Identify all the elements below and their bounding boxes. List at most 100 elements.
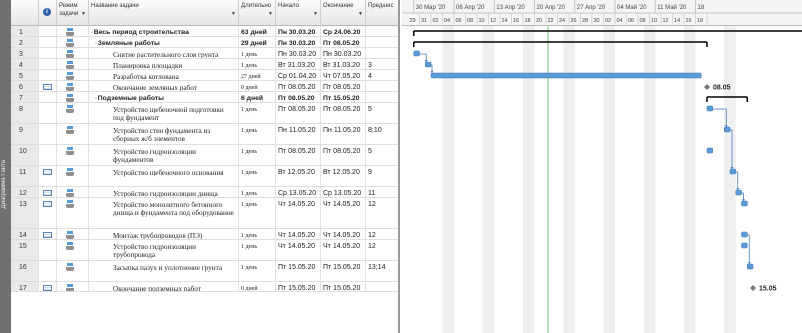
finish-cell[interactable]: Пн 30.03.20: [321, 48, 366, 58]
start-cell[interactable]: Чт 14.05.20: [276, 198, 321, 228]
row-id[interactable]: 6: [11, 81, 39, 91]
start-header[interactable]: Начало ▼: [276, 0, 321, 26]
task-name-cell[interactable]: Разработка котлована: [89, 70, 239, 80]
task-name-cell[interactable]: Устройство щебеночного основания: [89, 166, 239, 186]
task-bar[interactable]: [413, 50, 420, 57]
task-name-cell[interactable]: Снятие растительного слоя грунта: [89, 48, 239, 58]
collapse-icon[interactable]: ▫: [91, 30, 93, 36]
predecessors-cell[interactable]: [366, 48, 398, 58]
task-bar[interactable]: [706, 105, 713, 112]
duration-cell[interactable]: 1 день: [239, 166, 276, 186]
finish-cell[interactable]: Пт 08.05.20: [321, 37, 366, 47]
duration-cell[interactable]: 6 дней: [239, 92, 276, 102]
chevron-down-icon[interactable]: ▼: [268, 10, 273, 18]
task-mode-cell[interactable]: [57, 145, 89, 165]
task-name-cell[interactable]: Окончание подземных работ: [89, 282, 239, 291]
duration-cell[interactable]: 1 день: [239, 261, 276, 281]
table-row[interactable]: 13 Устройство монолитного бетонного днища…: [11, 198, 398, 229]
start-cell[interactable]: Вт 12.05.20: [276, 166, 321, 186]
chevron-down-icon[interactable]: ▼: [81, 10, 86, 18]
finish-cell[interactable]: Пт 15.05.20: [321, 282, 366, 291]
table-row[interactable]: 2 ▫Земляные работы 29 дней Пн 30.03.20 Пт 08…: [11, 37, 398, 48]
task-mode-cell[interactable]: [57, 37, 89, 47]
row-id[interactable]: 14: [11, 229, 39, 239]
finish-header[interactable]: Окончание ▼: [321, 0, 366, 26]
start-cell[interactable]: Вт 31.03.20: [276, 59, 321, 69]
task-mode-cell[interactable]: [57, 48, 89, 58]
task-name-cell[interactable]: Устройство гидроизоляции днища: [89, 187, 239, 197]
start-cell[interactable]: Чт 14.05.20: [276, 240, 321, 260]
task-name-cell[interactable]: Монтаж трубопроводов (ПЭ): [89, 229, 239, 239]
mode-header[interactable]: Режим задачи ▼: [57, 0, 89, 26]
start-cell[interactable]: Пт 15.05.20: [276, 282, 321, 291]
table-row[interactable]: 15 Устройство гидроизоляции трубопровода 1…: [11, 240, 398, 261]
duration-cell[interactable]: 0 дней: [239, 282, 276, 291]
task-name-cell[interactable]: Планировка площадки: [89, 59, 239, 69]
predecessors-cell[interactable]: [366, 282, 398, 291]
finish-cell[interactable]: Чт 14.05.20: [321, 229, 366, 239]
row-id[interactable]: 9: [11, 124, 39, 144]
task-mode-cell[interactable]: [57, 103, 89, 123]
task-name-cell[interactable]: Устройство щебеночной подготовки под фун…: [89, 103, 239, 123]
task-name-cell[interactable]: ▫Весь период строительства: [89, 26, 239, 36]
predecessors-cell[interactable]: 4: [366, 70, 398, 80]
row-id[interactable]: 10: [11, 145, 39, 165]
task-mode-cell[interactable]: [57, 240, 89, 260]
predecessors-cell[interactable]: 5: [366, 145, 398, 165]
task-bar[interactable]: [741, 242, 748, 249]
duration-cell[interactable]: 1 день: [239, 124, 276, 144]
duration-cell[interactable]: 1 день: [239, 103, 276, 123]
table-row[interactable]: 16 Засыпка пазух и уплотнение грунта 1 ден…: [11, 261, 398, 282]
collapse-icon[interactable]: ▫: [95, 41, 97, 47]
predecessors-cell[interactable]: 9: [366, 166, 398, 186]
start-cell[interactable]: Пт 15.05.20: [276, 261, 321, 281]
task-bar[interactable]: [741, 231, 748, 238]
task-bar[interactable]: [729, 168, 736, 175]
duration-cell[interactable]: 1 день: [239, 240, 276, 260]
duration-cell[interactable]: 0 дней: [239, 81, 276, 91]
predecessors-cell[interactable]: 12: [366, 229, 398, 239]
row-id[interactable]: 13: [11, 198, 39, 228]
row-id[interactable]: 8: [11, 103, 39, 123]
row-id[interactable]: 17: [11, 282, 39, 291]
task-name-cell[interactable]: ▫Земляные работы: [89, 37, 239, 47]
task-mode-cell[interactable]: [57, 26, 89, 36]
task-bar[interactable]: [724, 126, 731, 133]
indicators-header[interactable]: i: [39, 0, 57, 26]
predecessors-cell[interactable]: 13;14: [366, 261, 398, 281]
gantt-chart[interactable]: 30 Мар '20 06 Апр '20 13 Апр '20 20 Апр '20…: [402, 0, 802, 333]
name-header[interactable]: Название задачи ▼: [89, 0, 239, 26]
task-bar[interactable]: [741, 200, 748, 207]
task-name-cell[interactable]: Засыпка пазух и уплотнение грунта: [89, 261, 239, 281]
duration-cell[interactable]: 1 день: [239, 145, 276, 165]
table-row[interactable]: 12 Устройство гидроизоляции днища 1 день Ср…: [11, 187, 398, 198]
finish-cell[interactable]: Пт 15.05.20: [321, 261, 366, 281]
table-row[interactable]: 5 Разработка котлована 27 дней Ср 01.04.20 Ч…: [11, 70, 398, 81]
predecessors-cell[interactable]: 11: [366, 187, 398, 197]
chevron-down-icon[interactable]: ▼: [231, 10, 236, 18]
row-id[interactable]: 12: [11, 187, 39, 197]
duration-cell[interactable]: 1 день: [239, 48, 276, 58]
start-cell[interactable]: Пн 30.03.20: [276, 26, 321, 36]
task-name-cell[interactable]: Устройство стен фундамента из сборных ж/…: [89, 124, 239, 144]
duration-cell[interactable]: 29 дней: [239, 37, 276, 47]
table-row[interactable]: 10 Устройство гидроизоляции фундаментов 1 …: [11, 145, 398, 166]
predecessors-cell[interactable]: [366, 92, 398, 102]
chevron-down-icon[interactable]: ▼: [358, 10, 363, 18]
row-id[interactable]: 5: [11, 70, 39, 80]
predecessors-cell[interactable]: [366, 37, 398, 47]
finish-cell[interactable]: Пт 08.05.20: [321, 81, 366, 91]
predecessors-cell[interactable]: [366, 81, 398, 91]
task-mode-cell[interactable]: [57, 59, 89, 69]
table-row[interactable]: 3 Снятие растительного слоя грунта 1 день П…: [11, 48, 398, 59]
task-mode-cell[interactable]: [57, 166, 89, 186]
finish-cell[interactable]: Вт 31.03.20: [321, 59, 366, 69]
predecessors-cell[interactable]: 5: [366, 103, 398, 123]
finish-cell[interactable]: Чт 14.05.20: [321, 198, 366, 228]
duration-cell[interactable]: 27 дней: [239, 70, 276, 80]
task-mode-cell[interactable]: [57, 282, 89, 291]
duration-cell[interactable]: 1 день: [239, 229, 276, 239]
table-row[interactable]: 9 Устройство стен фундамента из сборных ж…: [11, 124, 398, 145]
row-id[interactable]: 11: [11, 166, 39, 186]
start-cell[interactable]: Пн 30.03.20: [276, 37, 321, 47]
